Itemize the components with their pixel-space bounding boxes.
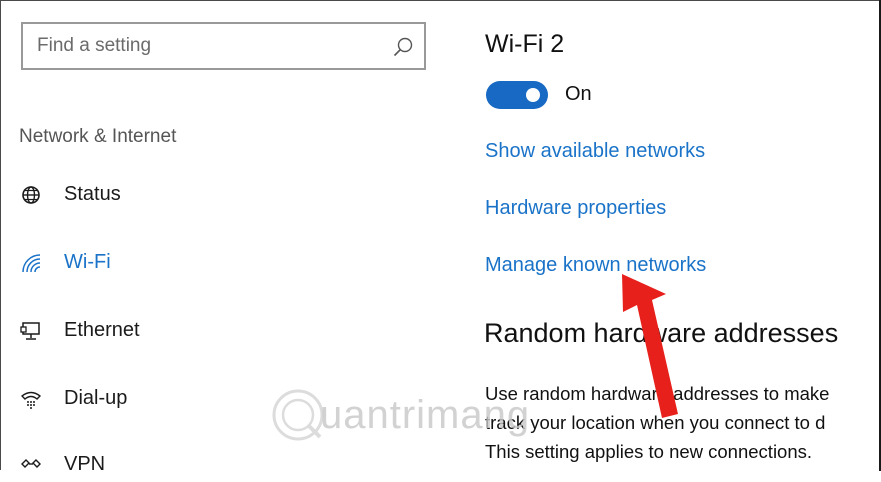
toggle-state-label: On: [565, 83, 592, 105]
sidebar-item-label: VPN: [64, 453, 106, 475]
watermark-text: uantrimang: [320, 393, 531, 437]
vpn-icon: [21, 459, 41, 468]
sidebar-item-wifi[interactable]: Wi-Fi: [18, 248, 398, 280]
dialup-icon: [20, 391, 42, 409]
sidebar-item-label: Status: [64, 183, 121, 205]
search-box[interactable]: [21, 22, 426, 70]
watermark-logo-icon: [272, 389, 324, 441]
annotation-arrow: [622, 274, 678, 418]
sidebar-item-label: Dial-up: [64, 387, 128, 409]
show-available-networks-link[interactable]: Show available networks: [485, 140, 705, 163]
section-title: Network & Internet: [19, 126, 177, 147]
wifi-icon: [22, 254, 41, 273]
sidebar-item-status[interactable]: Status: [18, 180, 398, 212]
sidebar-item-label: Ethernet: [64, 319, 140, 341]
globe-icon: [22, 186, 40, 204]
toggle-knob: [526, 88, 540, 102]
sidebar-item-label: Wi-Fi: [64, 251, 111, 273]
page-title: Wi-Fi 2: [485, 30, 565, 58]
ethernet-icon: [20, 322, 40, 340]
description-line: This setting applies to new connections.: [485, 441, 813, 462]
sidebar-item-ethernet[interactable]: Ethernet: [18, 316, 398, 348]
sidebar-item-vpn[interactable]: VPN: [18, 450, 398, 482]
search-input[interactable]: [37, 33, 377, 59]
wifi-toggle[interactable]: [486, 81, 548, 109]
search-icon[interactable]: [392, 36, 414, 58]
hardware-properties-link[interactable]: Hardware properties: [485, 197, 666, 220]
